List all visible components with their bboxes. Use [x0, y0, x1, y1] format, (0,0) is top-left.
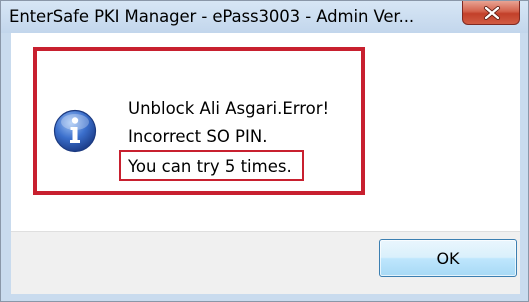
info-icon: [53, 109, 97, 153]
title-bar[interactable]: EnterSafe PKI Manager - ePass3003 - Admi…: [1, 1, 528, 33]
close-icon: [484, 6, 500, 20]
error-message-line-2: Incorrect SO PIN.: [128, 127, 268, 146]
window-frame-bottom: [1, 293, 528, 301]
ok-button[interactable]: OK: [379, 239, 517, 277]
window-title: EnterSafe PKI Manager - ePass3003 - Admi…: [9, 7, 415, 26]
retry-count-highlight: [119, 150, 304, 181]
window-frame-right: [520, 33, 528, 293]
error-message-line-1: Unblock Ali Asgari.Error!: [128, 99, 330, 118]
window-frame-left: [1, 33, 11, 293]
close-button[interactable]: [462, 1, 520, 25]
